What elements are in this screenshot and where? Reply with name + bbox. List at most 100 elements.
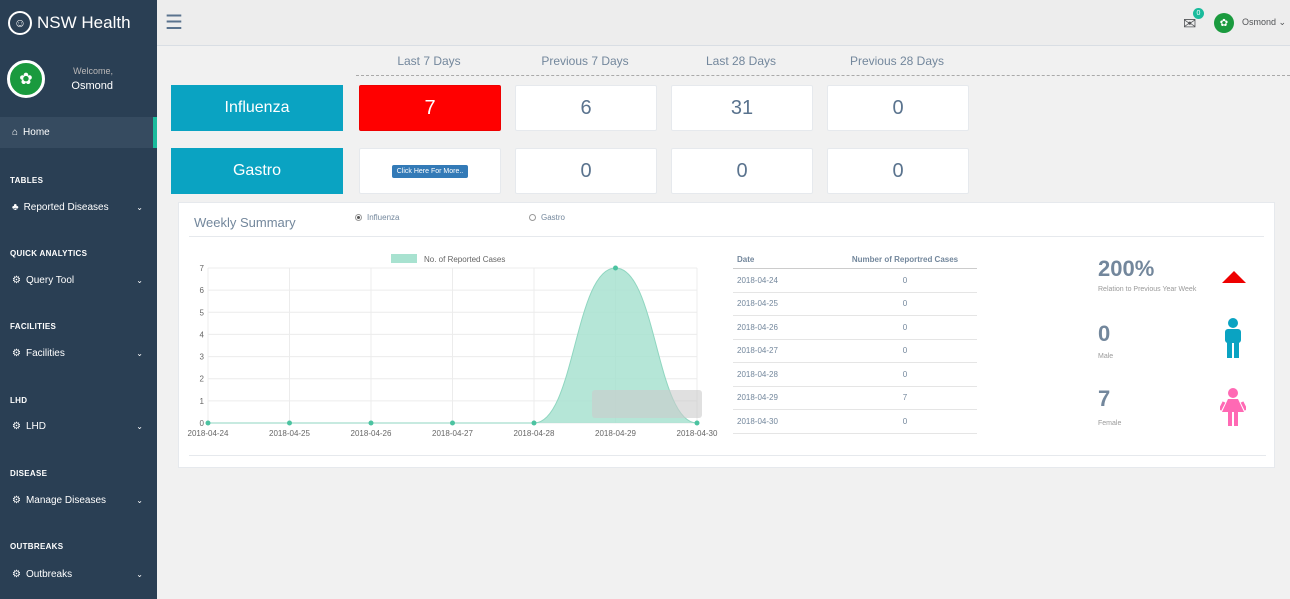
sitemap-icon: ♣: [12, 201, 19, 213]
trend-up-icon: [1222, 271, 1246, 283]
chevron-down-icon: ⌄: [136, 495, 143, 505]
influenza-last-28: 31: [671, 85, 813, 131]
welcome-text: Welcome,: [73, 66, 113, 76]
sidebar-item-facilities[interactable]: ⚙ Facilities ⌄: [0, 342, 157, 364]
gastro-last-7: Click Here For More..: [359, 148, 501, 194]
table-row: 2018-04-25 0: [733, 293, 977, 316]
menu-toggle-icon[interactable]: ☰: [165, 10, 183, 35]
col-previous-7-days: Previous 7 Days: [541, 54, 629, 68]
profile-name: Osmond: [71, 80, 113, 92]
table-row: 2018-04-28 0: [733, 363, 977, 387]
cell-date: 2018-04-27: [737, 346, 778, 356]
radio-unchecked-icon: [529, 214, 536, 221]
female-icon: [1220, 388, 1246, 426]
influenza-last-7: 7: [359, 85, 501, 131]
sidebar-item-outbreaks[interactable]: ⚙ Outbreaks ⌄: [0, 563, 157, 585]
divider: [189, 455, 1266, 456]
table-row: 2018-04-29 7: [733, 387, 977, 410]
notification-badge: 0: [1193, 8, 1204, 19]
male-label: Male: [1098, 353, 1114, 360]
cases-table: Date Number of Reportred Cases 2018-04-2…: [733, 250, 977, 434]
cell-date: 2018-04-24: [737, 275, 778, 285]
table-row: 2018-04-24 0: [733, 269, 977, 293]
stat-female: 7 Female: [1098, 386, 1121, 427]
chevron-down-icon: ⌄: [136, 202, 143, 212]
cogs-icon: ⚙: [12, 347, 21, 359]
section-quick-analytics: QUICK ANALYTICS: [10, 249, 88, 258]
click-more-button[interactable]: Click Here For More..: [391, 164, 469, 178]
user-avatar[interactable]: ✿: [1214, 13, 1234, 33]
sidebar-item-query-tool[interactable]: ⚙ Query Tool ⌄: [0, 269, 157, 291]
cell-cases: 0: [902, 299, 908, 309]
col-last-28-days: Last 28 Days: [705, 54, 777, 68]
gastro-last-28: 0: [671, 148, 813, 194]
cell-cases: 0: [902, 346, 908, 356]
profile: ✿ Welcome, Osmond: [0, 46, 157, 112]
section-lhd: LHD: [10, 396, 28, 405]
radio-label: Gastro: [541, 213, 566, 222]
divider: [356, 75, 1290, 76]
col-last-7-days: Last 7 Days: [397, 54, 461, 68]
chevron-down-icon: ⌄: [136, 421, 143, 431]
sidebar-item-label: LHD: [25, 420, 46, 432]
sidebar-item-label: Query Tool: [25, 274, 75, 286]
table-header: Date Number of Reportred Cases: [733, 250, 977, 269]
cell-cases: 0: [902, 369, 908, 379]
cell-date: 2018-04-25: [737, 299, 778, 309]
cell-cases: 0: [902, 275, 908, 285]
divider: [189, 236, 1264, 237]
cell-cases: 0: [902, 322, 908, 332]
cell-date: 2018-04-30: [737, 416, 778, 426]
gastro-prev-7: 0: [515, 148, 657, 194]
sidebar-item-label: Facilities: [25, 347, 65, 359]
panel-title: Weekly Summary: [194, 215, 296, 230]
cell-date: 2018-04-29: [737, 393, 778, 403]
table-row: 2018-04-27 0: [733, 340, 977, 363]
radio-influenza[interactable]: Influenza: [355, 213, 399, 222]
sidebar-item-reported-diseases[interactable]: ♣ Reported Diseases ⌄: [0, 196, 157, 218]
sidebar-item-label: Outbreaks: [25, 568, 73, 580]
section-disease: DISEASE: [10, 469, 48, 478]
stat-male: 0 Male: [1098, 321, 1113, 360]
gastro-prev-28: 0: [827, 148, 969, 194]
section-outbreaks: OUTBREAKS: [10, 542, 64, 551]
cogs-icon: ⚙: [12, 420, 21, 432]
section-tables: TABLES: [10, 176, 44, 185]
brand-title: NSW Health: [37, 13, 131, 32]
table-row: 2018-04-26 0: [733, 316, 977, 340]
col-date: Date: [737, 254, 755, 264]
cell-cases: 0: [902, 416, 908, 426]
female-label: Female: [1098, 420, 1122, 427]
radio-gastro[interactable]: Gastro: [529, 213, 565, 222]
male-value: 0: [1098, 321, 1111, 346]
sidebar-item-manage-diseases[interactable]: ⚙ Manage Diseases ⌄: [0, 489, 157, 511]
sidebar-item-label: Home: [23, 127, 50, 138]
cogs-icon: ⚙: [12, 274, 21, 286]
home-icon: ⌂: [12, 127, 19, 138]
col-previous-28-days: Previous 28 Days: [849, 54, 945, 68]
influenza-button[interactable]: Influenza: [171, 85, 343, 131]
percent-label: Relation to Previous Year Week: [1098, 286, 1197, 293]
sidebar-item-label: Manage Diseases: [25, 494, 107, 506]
section-facilities: FACILITIES: [10, 322, 57, 331]
gastro-button[interactable]: Gastro: [171, 148, 343, 194]
cell-cases: 7: [902, 393, 908, 403]
col-cases: Number of Reportred Cases: [851, 254, 959, 264]
sidebar-item-lhd[interactable]: ⚙ LHD ⌄: [0, 415, 157, 437]
brand[interactable]: ☺ NSW Health: [0, 0, 157, 46]
cogs-icon: ⚙: [12, 494, 21, 506]
radio-label: Influenza: [367, 213, 400, 222]
sidebar: ☺ NSW Health ✿ Welcome, Osmond ⌂ Home TA…: [0, 0, 157, 599]
user-menu[interactable]: Osmond ⌄: [1242, 17, 1286, 28]
chevron-down-icon: ⌄: [136, 569, 143, 579]
cell-date: 2018-04-28: [737, 369, 778, 379]
stat-percent: 200% Relation to Previous Year Week: [1098, 256, 1196, 293]
sidebar-item-home[interactable]: ⌂ Home: [0, 117, 157, 148]
topbar: ☰ ✉ 0 ✿ Osmond ⌄: [157, 0, 1290, 46]
sidebar-item-label: Reported Diseases: [23, 201, 109, 213]
cell-date: 2018-04-26: [737, 322, 778, 332]
percent-value: 200%: [1098, 256, 1155, 281]
female-value: 7: [1098, 386, 1111, 411]
cogs-icon: ⚙: [12, 568, 21, 580]
influenza-prev-7: 6: [515, 85, 657, 131]
